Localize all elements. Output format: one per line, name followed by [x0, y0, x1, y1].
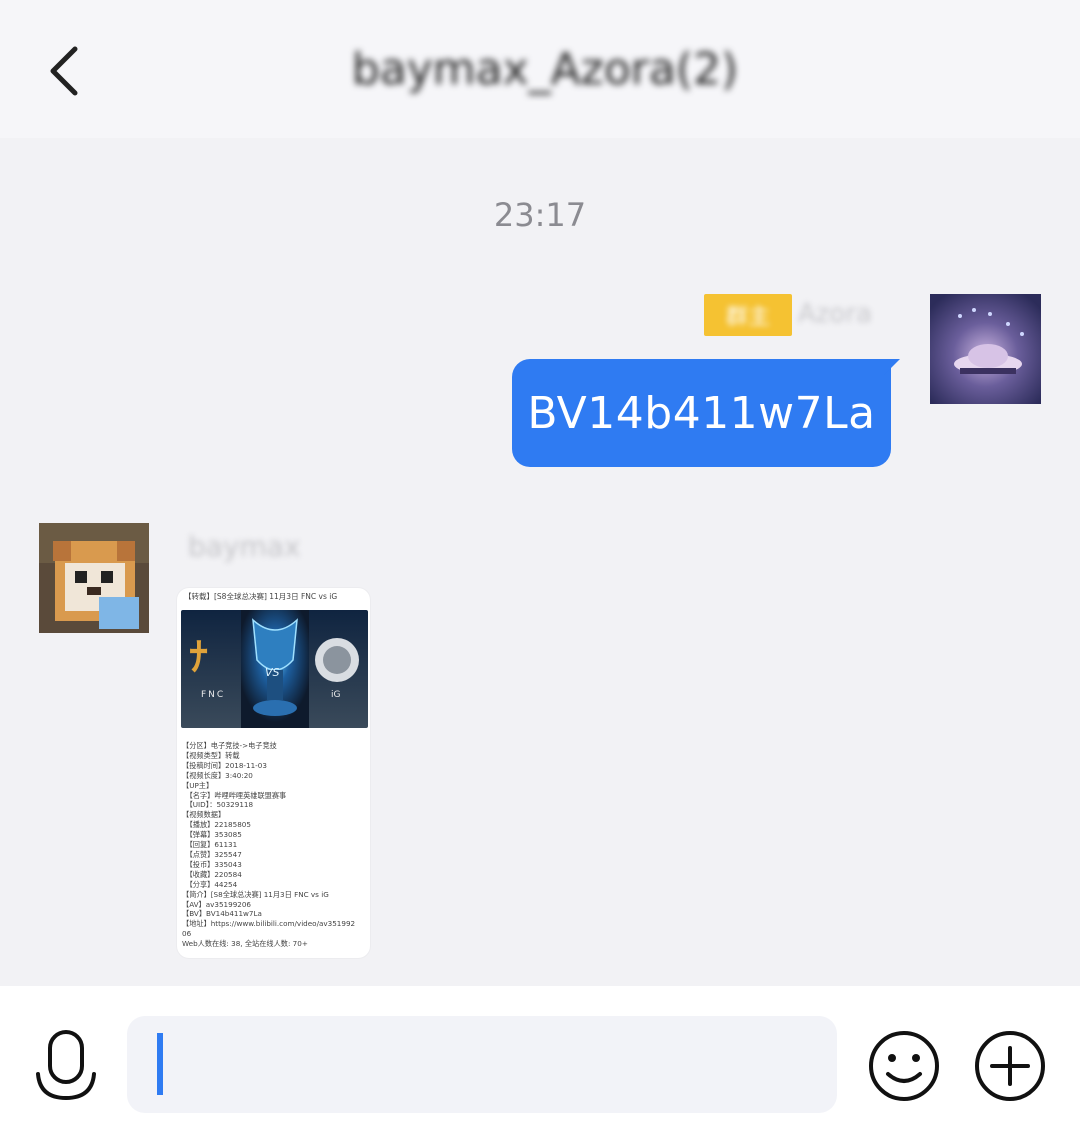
svg-text:ﾅ: ﾅ: [189, 635, 208, 679]
plus-circle-icon: [975, 1031, 1045, 1101]
info-line: 【简介】[S8全球总决赛] 11月3日 FNC vs iG: [182, 889, 329, 899]
info-line: 【视频长度】3:40:20: [182, 770, 253, 780]
back-button[interactable]: [30, 38, 100, 104]
info-line: 【视频数据】: [182, 810, 226, 820]
info-line: 【地址】https://www.bilibili.com/video/av351…: [182, 919, 356, 929]
bubble-tail: [884, 359, 900, 375]
message-input[interactable]: [127, 1016, 837, 1113]
chevron-left-icon: [50, 46, 78, 96]
vs-label: VS: [265, 666, 280, 679]
sender-role-badge: 群主: [704, 294, 792, 336]
info-line: 【回复】61131: [182, 840, 238, 850]
avatar-image: [39, 523, 149, 633]
info-line: 06: [182, 929, 192, 939]
info-line: 【UP主】: [182, 780, 214, 790]
info-line: 【点赞】325547: [182, 849, 242, 859]
sender-name: Azora: [798, 299, 872, 329]
emoji-button[interactable]: [866, 1028, 942, 1104]
voice-button[interactable]: [30, 1028, 102, 1104]
team-left-label: FNC: [201, 690, 225, 700]
info-line: 【视频类型】转载: [182, 750, 240, 760]
chat-area[interactable]: [0, 138, 1080, 986]
info-line: 【AV】av35199206: [182, 899, 251, 909]
info-line: Web人数在线: 38, 全站在线人数: 70+: [182, 939, 308, 949]
sender-name: baymax: [188, 530, 301, 563]
info-line: 【收藏】220584: [182, 869, 242, 879]
avatar[interactable]: [930, 294, 1041, 404]
info-line: 【UID】：50329118: [182, 800, 254, 810]
top-bar: baymax_Azora(2): [0, 0, 1080, 138]
info-line: 【分区】电子竞技->电子竞技: [182, 741, 277, 750]
chat-title: baymax_Azora(2): [310, 34, 780, 104]
info-line: 【投稿时间】2018-11-03: [182, 760, 267, 770]
info-line: 【分享】44254: [182, 879, 238, 889]
card-thumbnail: ﾅ FNC VS iG: [181, 610, 368, 728]
info-line: 【弹幕】353085: [182, 830, 242, 840]
avatar[interactable]: [39, 523, 149, 633]
message-timestamp: 23:17: [493, 196, 587, 234]
info-line: 【播放】22185805: [182, 820, 251, 830]
avatar-image: [930, 294, 1041, 404]
more-button[interactable]: [972, 1028, 1048, 1104]
outgoing-message-bubble[interactable]: BV14b411w7La: [512, 359, 891, 467]
team-right-label: iG: [331, 690, 341, 700]
smiley-icon: [869, 1031, 939, 1101]
card-info: 【分区】电子竞技->电子竞技 【视频类型】转载 【投稿时间】2018-11-03…: [182, 741, 368, 949]
video-info-card[interactable]: 【转载】[S8全球总决赛] 11月3日 FNC vs iG ﾅ FNC VS i…: [177, 588, 370, 958]
text-caret: [157, 1033, 163, 1095]
chat-title-text: baymax_Azora(2): [351, 43, 739, 95]
info-line: 【BV】BV14b411w7La: [182, 909, 262, 919]
info-line: 【投币】335043: [182, 859, 242, 869]
info-line: 【名字】哔哩哔哩英雄联盟赛事: [182, 790, 287, 800]
card-title: 【转载】[S8全球总决赛] 11月3日 FNC vs iG: [184, 592, 338, 601]
microphone-icon: [36, 1030, 96, 1101]
